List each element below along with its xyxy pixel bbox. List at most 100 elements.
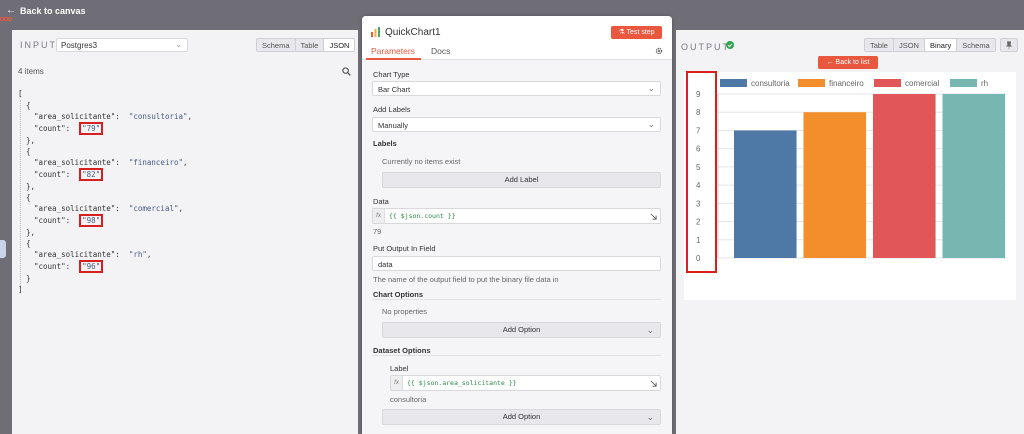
bar-comercial <box>873 94 936 258</box>
json-key: "count" <box>34 262 66 271</box>
output-title: OUTPUT <box>681 42 730 52</box>
add-labels-select[interactable]: Manually ⌄ <box>372 117 661 132</box>
gear-icon[interactable] <box>655 47 663 55</box>
tab-json[interactable]: JSON <box>324 39 355 51</box>
legend-swatch <box>874 79 901 87</box>
json-key: "count" <box>34 216 66 225</box>
test-step-button[interactable]: ⚗ Test step <box>611 26 662 39</box>
input-view-tabs: Schema Table JSON <box>256 38 356 52</box>
node-panel: QuickChart1 ⚗ Test step Parameters Docs … <box>362 16 672 434</box>
tab-table[interactable]: Table <box>865 39 894 51</box>
tab-schema[interactable]: Schema <box>957 39 995 51</box>
output-view-tabs: Table JSON Binary Schema <box>864 38 996 52</box>
dataset-label-label: Label <box>390 364 409 373</box>
json-entry: "count": "96" <box>34 260 104 273</box>
chevron-down-icon: ⌄ <box>646 412 654 422</box>
tab-docs[interactable]: Docs <box>431 46 450 56</box>
data-expression-field[interactable]: fx {{ $json.count }} <box>372 208 661 224</box>
divider <box>372 355 661 356</box>
fx-icon: fx <box>373 209 385 223</box>
tab-json[interactable]: JSON <box>893 39 925 51</box>
data-preview: 79 <box>373 227 382 236</box>
node-title[interactable]: QuickChart1 <box>385 27 441 38</box>
json-count-value: "79" <box>79 122 104 135</box>
dataset-label-preview: consultoria <box>390 395 427 404</box>
data-label: Data <box>373 197 389 206</box>
tab-binary[interactable]: Binary <box>924 39 958 51</box>
chart-area: 0 1 2 3 4 5 6 7 8 9 consultoria financeiro comercial… <box>684 72 1016 300</box>
legend-label: rh <box>981 79 988 88</box>
json-key: "area_solicitante" <box>34 204 116 213</box>
json-key: "area_solicitante" <box>34 158 116 167</box>
json-count-value: "98" <box>79 214 104 227</box>
input-source-value: Postgres3 <box>61 41 98 50</box>
chevron-down-icon: ⌄ <box>647 83 655 93</box>
add-option-button[interactable]: Add Option ⌄ <box>382 322 661 338</box>
json-key: "count" <box>34 124 66 133</box>
tab-schema[interactable]: Schema <box>257 39 296 51</box>
json-entry: "area_solicitante": "consultoria", <box>34 112 193 121</box>
json-value: "rh" <box>128 250 147 259</box>
add-labels-value: Manually <box>378 121 409 130</box>
output-field-hint: The name of the output field to put the … <box>373 275 559 284</box>
json-object-open: { <box>26 147 31 156</box>
json-value: "consultoria" <box>128 112 188 121</box>
flask-icon: ⚗ <box>618 29 625 36</box>
json-bracket-close: ] <box>18 285 23 294</box>
add-labels-label: Add Labels <box>373 105 411 114</box>
legend-swatch <box>950 79 977 87</box>
test-step-label: Test step <box>626 29 655 36</box>
json-count-value: "96" <box>79 260 104 273</box>
chevron-down-icon: ⌄ <box>646 325 654 335</box>
bar-chart: 0123456789consultoria financeiro comercial… <box>696 79 1006 263</box>
add-label-button[interactable]: Add Label <box>382 172 661 188</box>
json-entry: "count": "82" <box>34 168 104 181</box>
labels-empty-text: Currently no items exist <box>382 157 461 166</box>
dataset-label-expression-text: {{ $json.area_solicitante }} <box>407 379 517 387</box>
chart-type-label: Chart Type <box>373 70 410 79</box>
json-object-open: { <box>26 101 31 110</box>
json-count-value: "82" <box>79 168 104 181</box>
expand-icon[interactable] <box>650 380 657 387</box>
bar-chart-icon <box>371 27 380 37</box>
chart-options-empty: No properties <box>382 307 428 316</box>
chart-type-select[interactable]: Bar Chart ⌄ <box>372 81 661 96</box>
json-value: "financeiro" <box>128 158 184 167</box>
add-option-label-2: Add Option <box>502 412 541 421</box>
chevron-down-icon: ⌄ <box>175 40 182 49</box>
back-to-canvas-button[interactable]: ← Back to canvas <box>6 5 86 16</box>
json-object-open: { <box>26 239 31 248</box>
fx-icon: fx <box>391 376 403 390</box>
legend-swatch <box>720 79 747 87</box>
output-panel: OUTPUT Table JSON Binary Schema ← Back t… <box>676 30 1024 434</box>
input-source-select[interactable]: Postgres3 ⌄ <box>56 38 188 52</box>
legend-label: financeiro <box>829 79 864 88</box>
add-option-button-2[interactable]: Add Option ⌄ <box>382 409 661 425</box>
json-entry: "area_solicitante": "comercial", <box>34 204 184 213</box>
highlight-box-y-axis <box>686 71 717 273</box>
output-field-input[interactable]: data <box>372 256 661 271</box>
items-count: 4 items <box>18 67 44 76</box>
panel-resize-handle[interactable] <box>0 240 6 258</box>
bar-rh <box>942 94 1006 258</box>
json-value: "comercial" <box>128 204 179 213</box>
dataset-label-expression-field[interactable]: fx {{ $json.area_solicitante }} <box>390 375 661 391</box>
legend-label: consultoria <box>751 79 790 88</box>
pin-icon[interactable] <box>1000 38 1018 52</box>
node-header: QuickChart1 ⚗ Test step Parameters Docs <box>362 16 672 60</box>
search-icon[interactable] <box>342 67 351 76</box>
check-circle-icon <box>726 41 734 49</box>
labels-heading: Labels <box>373 139 397 148</box>
back-to-canvas-label: Back to canvas <box>20 5 86 16</box>
json-object-open: { <box>26 193 31 202</box>
legend-label: comercial <box>905 79 939 88</box>
back-to-list-button[interactable]: ← Back to list <box>818 56 878 69</box>
bar-consultoria <box>734 130 797 258</box>
arrow-left-icon: ← <box>826 59 836 66</box>
tab-table[interactable]: Table <box>295 39 325 51</box>
input-panel: INPUT Postgres3 ⌄ Schema Table JSON 4 it… <box>12 30 358 434</box>
json-entry: "count": "79" <box>34 122 104 135</box>
tab-parameters[interactable]: Parameters <box>371 46 415 56</box>
json-bracket-open: [ <box>18 89 23 98</box>
expand-icon[interactable] <box>650 213 657 220</box>
